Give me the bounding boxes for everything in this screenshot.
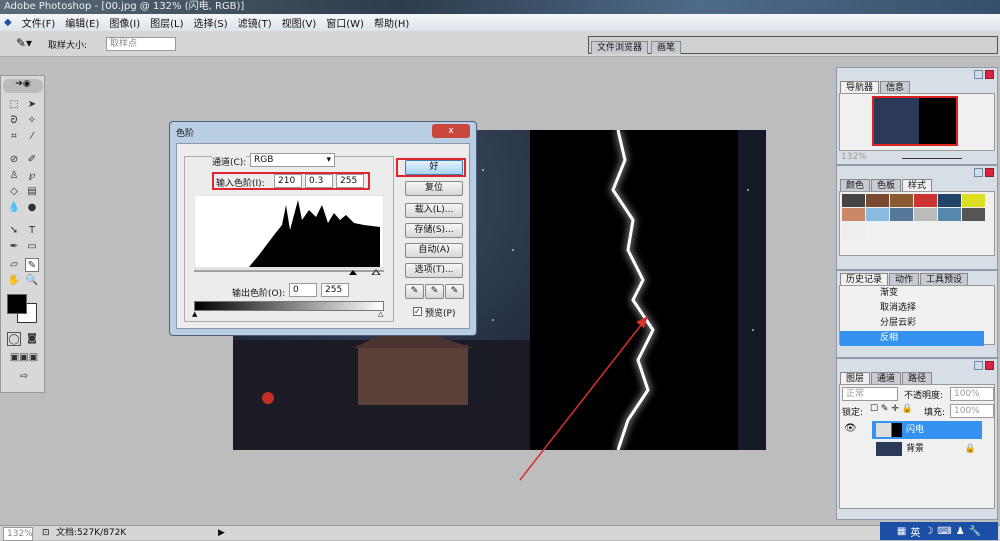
navigator-panel: 导航器 信息 132% — [836, 67, 998, 165]
close-icon[interactable] — [985, 361, 994, 370]
doc-info-icon: ⊡ — [42, 528, 50, 538]
blend-mode-select[interactable]: 正常 — [842, 387, 898, 401]
output-white-slider[interactable]: △ — [378, 310, 383, 318]
style-swatch[interactable] — [842, 208, 865, 221]
ime-toolbar: ▦ 英 ☽ ⌨ ♟ 🔧 — [880, 522, 998, 540]
minimize-icon[interactable] — [974, 361, 983, 370]
style-swatch[interactable] — [938, 194, 961, 207]
close-icon[interactable] — [985, 70, 994, 79]
status-zoom[interactable]: 132% — [3, 527, 33, 541]
style-swatch[interactable] — [890, 208, 913, 221]
history-item[interactable]: 渐变 — [840, 286, 984, 301]
load-button[interactable]: 载入(L)... — [405, 203, 463, 218]
input-black[interactable]: 210 — [274, 174, 302, 188]
levels-dialog: 色阶 x 通道(C): RGB ▾ 输入色阶(I): 210 0.3 255 输出… — [169, 121, 477, 336]
navigator-thumbnail[interactable] — [872, 96, 958, 146]
style-swatch[interactable] — [962, 194, 985, 207]
output-white[interactable]: 255 — [321, 283, 349, 297]
style-swatch[interactable] — [914, 194, 937, 207]
style-swatch[interactable] — [938, 208, 961, 221]
auto-button[interactable]: 自动(A) — [405, 243, 463, 258]
wrench-icon[interactable]: 🔧 — [969, 526, 981, 537]
input-white[interactable]: 255 — [336, 174, 364, 188]
style-swatch[interactable] — [842, 194, 865, 207]
dialog-title: 色阶 — [176, 129, 195, 139]
lock-icon: 🔒 — [964, 444, 976, 454]
lock-label: 锁定: — [842, 408, 864, 418]
opacity-label: 不透明度: — [904, 391, 944, 401]
reset-button[interactable]: 复位 — [405, 181, 463, 196]
output-black[interactable]: 0 — [289, 283, 317, 297]
history-item-selected[interactable]: 反相 — [840, 331, 984, 346]
language-toggle[interactable]: 英 — [910, 524, 920, 539]
opacity-input[interactable]: 100% — [950, 387, 994, 401]
white-eyedropper-icon[interactable]: ✎ — [445, 284, 464, 299]
eye-icon[interactable]: 👁 — [844, 423, 857, 434]
zoom-slider[interactable] — [902, 158, 962, 159]
history-item[interactable]: 分层云彩 — [840, 316, 984, 331]
options-button[interactable]: 选项(T)... — [405, 263, 463, 278]
input-gamma[interactable]: 0.3 — [305, 174, 333, 188]
style-swatch[interactable] — [962, 208, 985, 221]
history-item[interactable]: 取消选择 — [840, 301, 984, 316]
style-swatch[interactable] — [914, 208, 937, 221]
style-swatch[interactable] — [842, 222, 865, 240]
minimize-icon[interactable] — [974, 168, 983, 177]
output-gradient — [194, 301, 384, 311]
channel-value: RGB — [254, 155, 274, 165]
layer-thumbnail — [876, 423, 902, 437]
styles-grid — [839, 191, 995, 256]
preview-label: 预览(P) — [425, 309, 456, 319]
status-menu-arrow[interactable]: ▶ — [218, 526, 225, 540]
channel-select[interactable]: RGB ▾ — [250, 153, 335, 167]
histogram — [194, 195, 384, 275]
save-button[interactable]: 存储(S)... — [405, 223, 463, 238]
status-bar: 132% ⊡ 文档:527K/872K ▶ — [0, 525, 1000, 541]
style-swatch[interactable] — [890, 194, 913, 207]
layers-panel: 图层 通道 路径 正常 不透明度: 100% 锁定: ☐ ✎ ✛ 🔒 填充: 100… — [836, 358, 998, 520]
user-icon[interactable]: ♟ — [956, 526, 965, 537]
chevron-down-icon: ▾ — [326, 155, 331, 165]
input-levels-label: 输入色阶(I): — [216, 179, 265, 189]
fill-label: 填充: — [924, 408, 946, 418]
fill-input[interactable]: 100% — [950, 404, 994, 418]
minimize-icon[interactable] — [974, 70, 983, 79]
gray-eyedropper-icon[interactable]: ✎ — [425, 284, 444, 299]
layer-thumbnail — [876, 442, 902, 456]
style-swatch[interactable] — [866, 194, 889, 207]
dialog-body: 通道(C): RGB ▾ 输入色阶(I): 210 0.3 255 输出色阶(O)… — [176, 143, 470, 329]
preview-checkbox[interactable]: ✓ — [413, 307, 422, 316]
keyboard-icon[interactable]: ⌨ — [937, 526, 951, 537]
close-button[interactable]: x — [432, 124, 470, 138]
doc-size: 文档:527K/872K — [56, 528, 127, 538]
output-levels-label: 输出色阶(O): — [232, 289, 286, 299]
moon-icon[interactable]: ☽ — [924, 526, 933, 537]
channel-label: 通道(C): — [212, 155, 247, 168]
close-icon[interactable] — [985, 168, 994, 177]
styles-panel: 颜色 色板 样式 — [836, 165, 998, 270]
black-eyedropper-icon[interactable]: ✎ — [405, 284, 424, 299]
style-swatch[interactable] — [866, 208, 889, 221]
history-panel: 历史记录 动作 工具预设 渐变 取消选择 分层云彩 反相 — [836, 270, 998, 358]
ok-button[interactable]: 好 — [405, 160, 463, 175]
ime-icon[interactable]: ▦ — [897, 526, 906, 537]
navigator-zoom[interactable]: 132% — [841, 152, 867, 162]
output-black-slider[interactable]: ▲ — [192, 310, 197, 318]
lock-icons[interactable]: ☐ ✎ ✛ 🔒 — [870, 404, 913, 414]
